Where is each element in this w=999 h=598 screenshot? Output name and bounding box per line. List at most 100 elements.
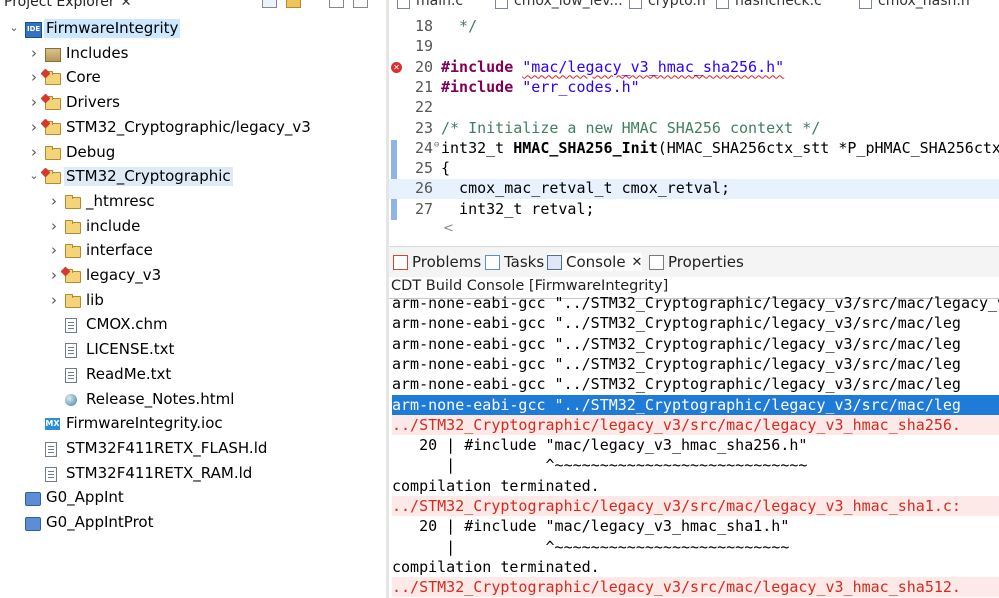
- horizontal-scrollbar[interactable]: <: [441, 221, 999, 237]
- console-line[interactable]: arm-none-eabi-gcc "../STM32_Cryptographi…: [392, 334, 999, 354]
- panel-tab-bar: Problems Tasks Console ✕ Properties: [389, 246, 999, 277]
- console-line[interactable]: | ^~~~~~~~~~~~~~~~~~~~~~~~~~~: [392, 537, 999, 557]
- tree-item[interactable]: ReadMe.txt: [0, 363, 388, 387]
- tree-item[interactable]: › lib: [0, 289, 388, 313]
- fold-toggle-icon[interactable]: ⊖: [434, 140, 439, 150]
- line-number: 26: [414, 179, 433, 198]
- code-line[interactable]: 27 int32_t retval;: [389, 200, 999, 220]
- tree-item[interactable]: › Debug: [0, 141, 388, 165]
- tab-tasks[interactable]: Tasks: [485, 253, 544, 271]
- source-badge-icon: [40, 68, 51, 79]
- code-line[interactable]: 24 ⊖ int32_t HMAC_SHA256_Init(HMAC_SHA256c…: [389, 139, 999, 159]
- code-line[interactable]: 26 cmox_mac_retval_t cmox_retval;: [389, 179, 999, 200]
- maximize-icon[interactable]: [353, 0, 368, 8]
- console-error-line[interactable]: ../STM32_Cryptographic/legacy_v3/src/mac…: [392, 414, 999, 435]
- tree-item[interactable]: › STM32_Cryptographic/legacy_v3: [0, 116, 388, 140]
- chevron-right-icon[interactable]: ›: [28, 70, 40, 85]
- console-error-line[interactable]: ../STM32_Cryptographic/legacy_v3/src/mac…: [392, 496, 999, 516]
- code-text: int32_t retval;: [441, 200, 594, 218]
- chevron-down-icon[interactable]: ⌄: [8, 21, 20, 35]
- console-line[interactable]: 20 | #include "mac/legacy_v3_hmac_sha256…: [392, 435, 999, 455]
- chevron-right-icon[interactable]: ›: [28, 95, 40, 110]
- code-line[interactable]: ✕ 20 #include "mac/legacy_v3_hmac_sha256.h…: [389, 58, 999, 78]
- error-marker-icon[interactable]: ✕: [391, 61, 402, 73]
- view-menu-icon[interactable]: [310, 0, 320, 11]
- source-badge-icon: [40, 93, 51, 104]
- editor-tab[interactable]: cmox_hash.h: [859, 0, 970, 9]
- tab-problems[interactable]: Problems: [393, 253, 481, 271]
- code-line[interactable]: 22: [389, 98, 999, 118]
- chevron-right-icon[interactable]: ›: [48, 218, 60, 233]
- collapse-all-icon[interactable]: [262, 0, 277, 8]
- console-line[interactable]: arm-none-eabi-gcc "../STM32_Cryptographi…: [392, 374, 999, 394]
- tree-item[interactable]: › include: [0, 215, 388, 239]
- c-file-icon: [716, 0, 729, 9]
- tree-item[interactable]: › Drivers: [0, 91, 388, 115]
- code-line[interactable]: 19: [389, 37, 999, 57]
- tree-item[interactable]: ⌄ IDE FirmwareIntegrity: [0, 17, 388, 41]
- console-line[interactable]: compilation terminated.: [392, 557, 999, 577]
- tree-item[interactable]: ⌄ STM32_Cryptographic: [0, 165, 388, 189]
- line-number: 18: [414, 17, 433, 35]
- link-with-editor-icon[interactable]: [286, 0, 301, 8]
- code-line[interactable]: 18 */: [389, 17, 999, 37]
- editor-tab-bar: main.c cmox_low_lev... crypto.h hashcheck.c…: [389, 0, 999, 13]
- tree-item[interactable]: MX FirmwareIntegrity.ioc: [0, 412, 388, 436]
- console-line[interactable]: 20 | #include "mac/legacy_v3_hmac_sha1.h…: [392, 516, 999, 536]
- console-line[interactable]: arm-none-eabi-gcc "../STM32_Cryptographi…: [392, 313, 999, 333]
- mx-ioc-icon: MX: [45, 418, 60, 431]
- tree-item[interactable]: LICENSE.txt: [0, 338, 388, 362]
- console-line[interactable]: arm-none-eabi-gcc "../STM32_Cryptographi…: [392, 293, 999, 313]
- tree-item[interactable]: › legacy_v3: [0, 264, 388, 288]
- chevron-right-icon[interactable]: ›: [48, 268, 60, 283]
- close-icon[interactable]: ✕: [121, 0, 132, 10]
- tree-item[interactable]: G0_AppInt: [0, 486, 388, 510]
- explorer-toolbar: [262, 0, 368, 10]
- tree-item[interactable]: Release_Notes.html: [0, 388, 388, 412]
- tab-console[interactable]: Console ✕: [547, 253, 643, 271]
- console-error-line[interactable]: ../STM32_Cryptographic/legacy_v3/src/mac…: [392, 577, 999, 598]
- tree-item[interactable]: STM32F411RETX_FLASH.ld: [0, 437, 388, 461]
- code-line[interactable]: 23 /* Initialize a new HMAC SHA256 contex…: [389, 119, 999, 139]
- tab-label: Console: [566, 253, 626, 271]
- chevron-right-icon[interactable]: ›: [48, 292, 60, 307]
- c-file-icon: [629, 0, 642, 9]
- editor-tab[interactable]: main.c: [397, 0, 463, 9]
- editor-tab[interactable]: crypto.h: [629, 0, 706, 9]
- tree-item[interactable]: CMOX.chm: [0, 313, 388, 337]
- console-line[interactable]: arm-none-eabi-gcc "../STM32_Cryptographi…: [392, 394, 999, 415]
- tree-item[interactable]: › Core: [0, 66, 388, 90]
- code-editor[interactable]: main.c cmox_low_lev... crypto.h hashcheck.c…: [389, 0, 999, 246]
- tree-item[interactable]: › Includes: [0, 42, 388, 66]
- editor-tab[interactable]: hashcheck.c: [716, 0, 822, 9]
- console-line[interactable]: arm-none-eabi-gcc "../STM32_Cryptographi…: [392, 354, 999, 374]
- chevron-right-icon[interactable]: ›: [28, 45, 40, 60]
- file-icon: [45, 441, 57, 457]
- minimize-icon[interactable]: [329, 0, 344, 8]
- scroll-left-icon[interactable]: <: [443, 221, 454, 236]
- close-icon[interactable]: ✕: [632, 255, 643, 270]
- console-line[interactable]: | ^~~~~~~~~~~~~~~~~~~~~~~~~~~~~: [392, 455, 999, 475]
- tree-item[interactable]: › _htmresc: [0, 190, 388, 214]
- code-line[interactable]: 25 {: [389, 159, 999, 179]
- code-text: #include "mac/legacy_v3_hmac_sha256.h": [441, 58, 784, 76]
- tree-item-label: Includes: [66, 43, 129, 62]
- source-badge-icon: [40, 118, 51, 129]
- code-line[interactable]: 21 #include "err_codes.h": [389, 78, 999, 98]
- code-token: "err_codes.h": [522, 77, 640, 96]
- console-line[interactable]: compilation terminated.: [392, 476, 999, 496]
- tree-item[interactable]: › interface: [0, 239, 388, 263]
- tab-project-explorer[interactable]: Project Explorer ✕: [4, 0, 132, 12]
- chevron-down-icon[interactable]: ⌄: [28, 169, 40, 183]
- tree-item[interactable]: G0_AppIntProt: [0, 511, 388, 535]
- chevron-right-icon[interactable]: ›: [28, 144, 40, 159]
- chevron-right-icon[interactable]: ›: [48, 193, 60, 208]
- tree-item[interactable]: STM32F411RETX_RAM.ld: [0, 462, 388, 486]
- tab-properties[interactable]: Properties: [649, 253, 744, 271]
- tree-item-label: Core: [66, 68, 101, 87]
- console-icon: [547, 254, 562, 270]
- chevron-right-icon[interactable]: ›: [48, 243, 60, 258]
- chevron-right-icon[interactable]: ›: [28, 119, 40, 134]
- code-token: (HMAC_SHA256ctx_stt *P_pHMAC_SHA256ctx): [657, 138, 999, 157]
- editor-tab[interactable]: cmox_low_lev...: [495, 0, 623, 9]
